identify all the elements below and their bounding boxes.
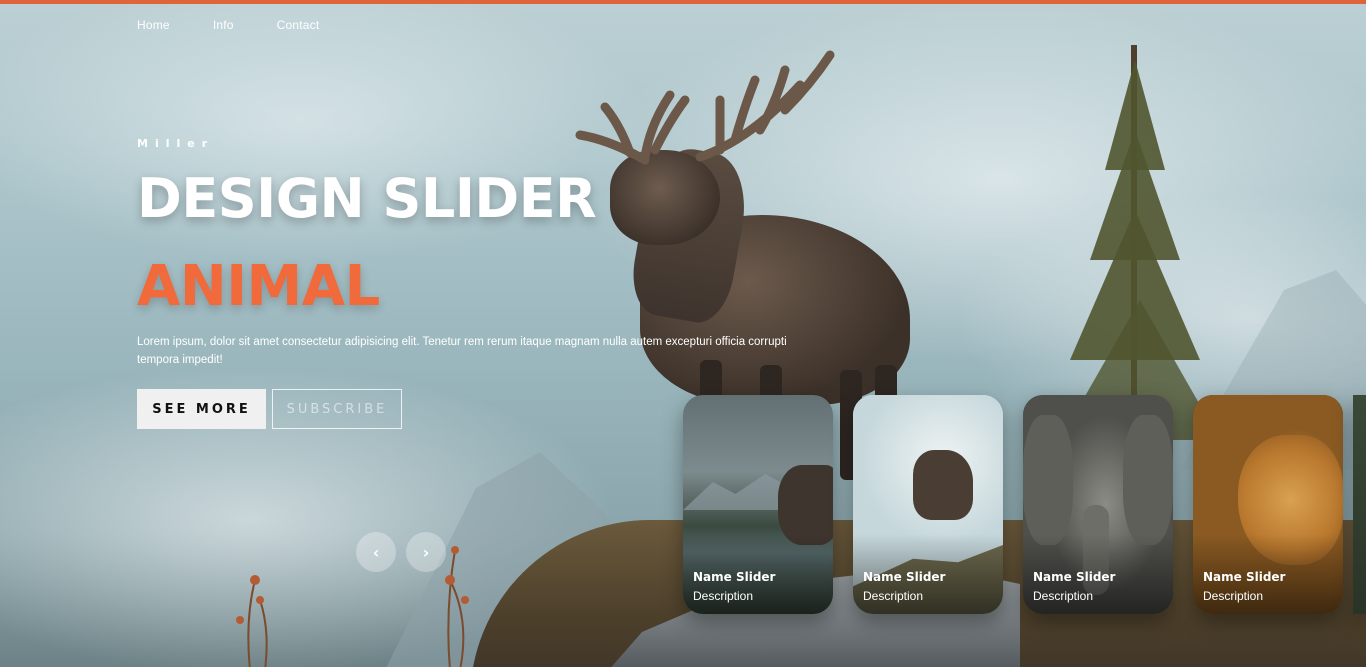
thumbnail-name: Name Slider — [1203, 570, 1286, 584]
moose-antlers — [575, 50, 835, 165]
subscribe-button[interactable]: SUBSCRIBE — [272, 389, 402, 429]
chevron-left-icon: ‹ — [372, 542, 380, 562]
hero-topic: ANIMAL — [137, 254, 380, 319]
thumbnail-description: Description — [863, 589, 924, 603]
thumbnail-description: Description — [1033, 589, 1094, 603]
thumbnail-name: Name Slider — [693, 570, 776, 584]
hero-author: Miller — [137, 137, 215, 150]
top-accent-bar — [0, 0, 1366, 4]
foliage — [236, 546, 469, 667]
next-slide-button[interactable]: › — [406, 532, 446, 572]
nav-home-link[interactable]: Home — [137, 18, 170, 32]
thumbnail-item[interactable]: Name Slider Description — [683, 395, 833, 614]
thumbnail-item[interactable]: Name Slider Description — [853, 395, 1003, 614]
hero-title: DESIGN SLIDER — [137, 167, 597, 230]
main-nav: Home Info Contact — [137, 18, 319, 32]
thumbnail-description: Description — [1203, 589, 1264, 603]
chevron-right-icon: › — [422, 542, 430, 562]
see-more-button[interactable]: SEE MORE — [137, 389, 266, 429]
thumbnail-item[interactable]: Name Slider Description — [1023, 395, 1173, 614]
nav-contact-link[interactable]: Contact — [277, 18, 320, 32]
thumbnail-name: Name Slider — [1033, 570, 1116, 584]
thumbnail-item[interactable]: Name Slider Description — [1193, 395, 1343, 614]
thumbnail-item-partial[interactable] — [1353, 395, 1366, 614]
thumbnail-description: Description — [693, 589, 754, 603]
hero-description: Lorem ipsum, dolor sit amet consectetur … — [137, 336, 787, 366]
nav-info-link[interactable]: Info — [213, 18, 234, 32]
prev-slide-button[interactable]: ‹ — [356, 532, 396, 572]
thumbnail-name: Name Slider — [863, 570, 946, 584]
